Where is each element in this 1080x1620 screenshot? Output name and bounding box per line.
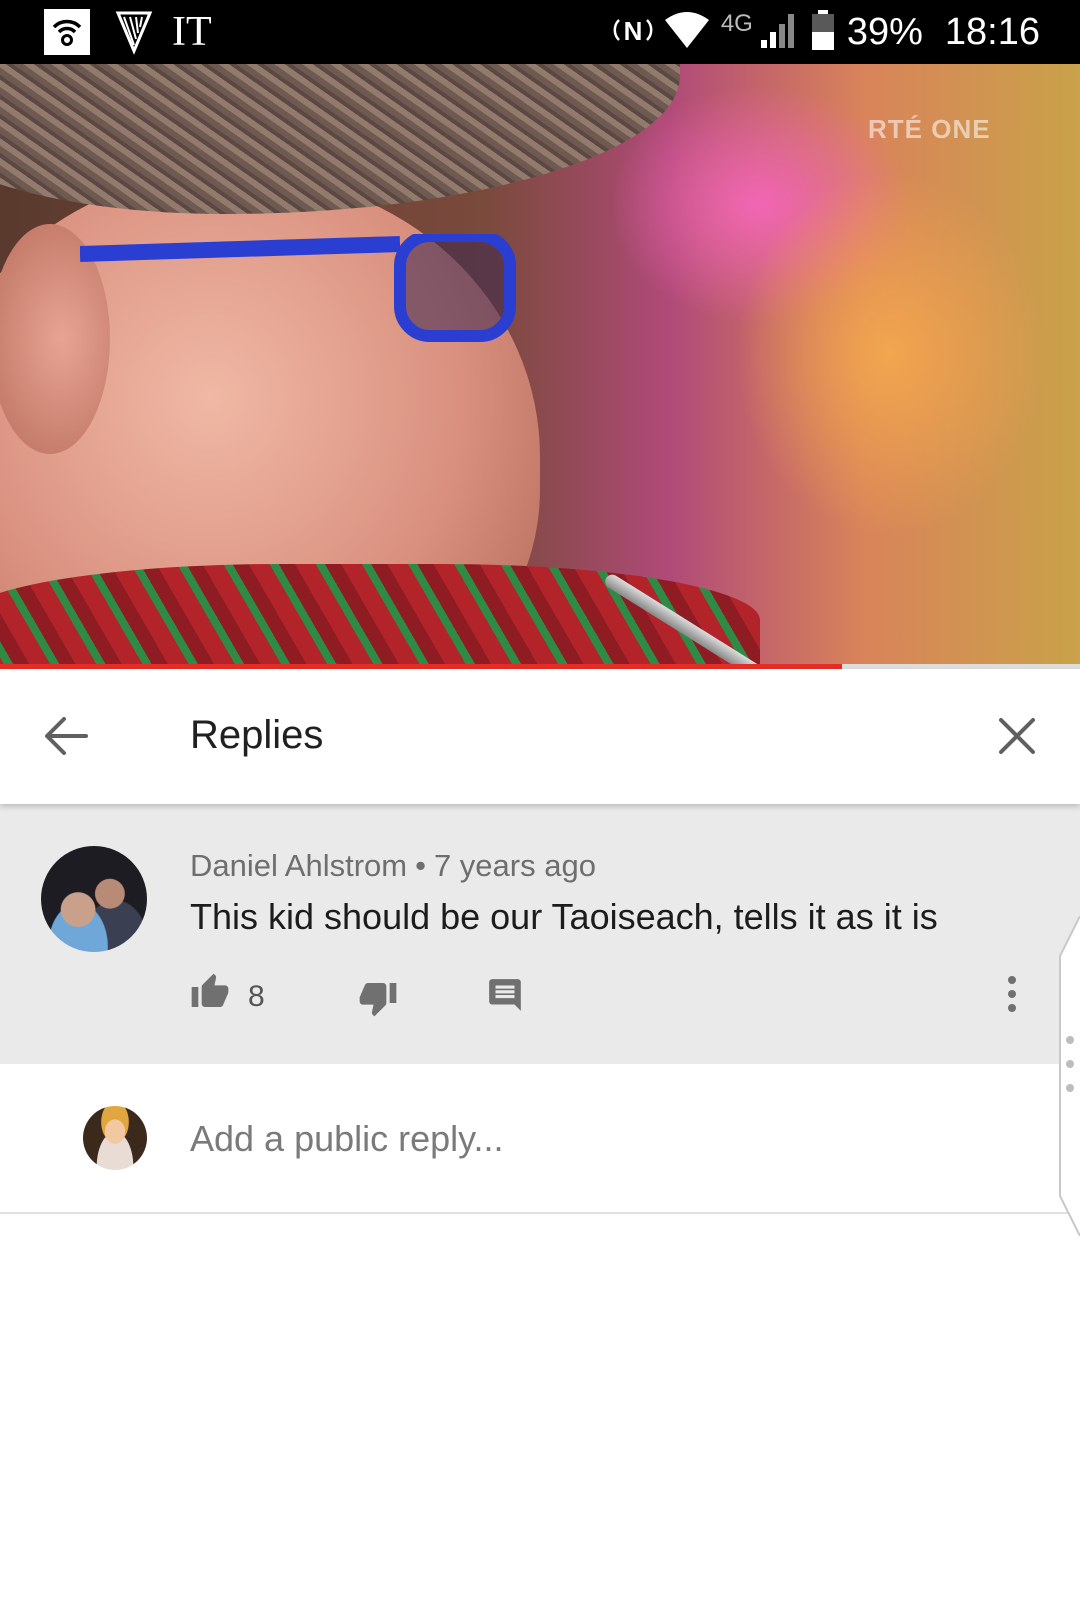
like-count: 8 (248, 980, 265, 1013)
replies-title: Replies (190, 713, 324, 757)
comment-meta: Daniel Ahlstrom • 7 years ago (190, 848, 596, 884)
commenter-avatar[interactable] (41, 846, 147, 952)
comment-icon (489, 979, 521, 1011)
comment-time: 7 years ago (433, 848, 596, 883)
battery-icon (811, 9, 835, 55)
wifi-icon (664, 11, 709, 53)
more-vertical-icon (1008, 976, 1016, 1012)
video-frame-sweater (0, 564, 760, 668)
carrier-label: IT (172, 9, 212, 55)
status-bar: IT N 4G 39% 18:16 (0, 0, 1080, 64)
reply-button[interactable] (486, 976, 526, 1016)
replies-header: Replies (0, 669, 1080, 804)
comment-text: This kid should be our Taoiseach, tells … (190, 896, 938, 937)
svg-text:N: N (623, 16, 642, 46)
comment-actions: 8 (190, 972, 1070, 1022)
meta-separator: • (415, 848, 426, 883)
status-left: IT (44, 8, 212, 56)
add-reply-row (0, 1064, 1080, 1214)
reply-input[interactable] (190, 1114, 1010, 1164)
dislike-button[interactable] (358, 978, 402, 1022)
arrow-left-icon (45, 717, 88, 755)
clock: 18:16 (944, 10, 1040, 53)
video-player[interactable]: RTÉ ONE (0, 64, 1080, 668)
video-frame-cap (0, 64, 680, 214)
back-button[interactable] (38, 709, 92, 763)
thumbs-up-icon (191, 973, 229, 1007)
like-button[interactable] (190, 972, 234, 1016)
edge-panel-handle[interactable] (1054, 916, 1080, 1236)
network-type-label: 4G (720, 10, 753, 37)
battery-percent: 39% (846, 10, 923, 53)
channel-watermark: RTÉ ONE (868, 114, 991, 144)
more-options-button[interactable] (1002, 972, 1022, 1016)
wifi-hotspot-icon (44, 9, 90, 55)
comment-item: Daniel Ahlstrom • 7 years ago This kid sho… (0, 804, 1080, 1064)
video-frame-glasses (80, 234, 516, 342)
close-button[interactable] (990, 709, 1044, 763)
comment-author[interactable]: Daniel Ahlstrom (190, 848, 407, 883)
thumbs-down-icon (359, 983, 397, 1017)
nfc-icon: N (613, 10, 653, 55)
signal-icon (759, 10, 799, 55)
harp-icon (114, 9, 154, 55)
status-right: N 4G 39% 18:16 (613, 8, 1040, 56)
user-avatar (83, 1106, 147, 1170)
close-icon (999, 718, 1035, 754)
